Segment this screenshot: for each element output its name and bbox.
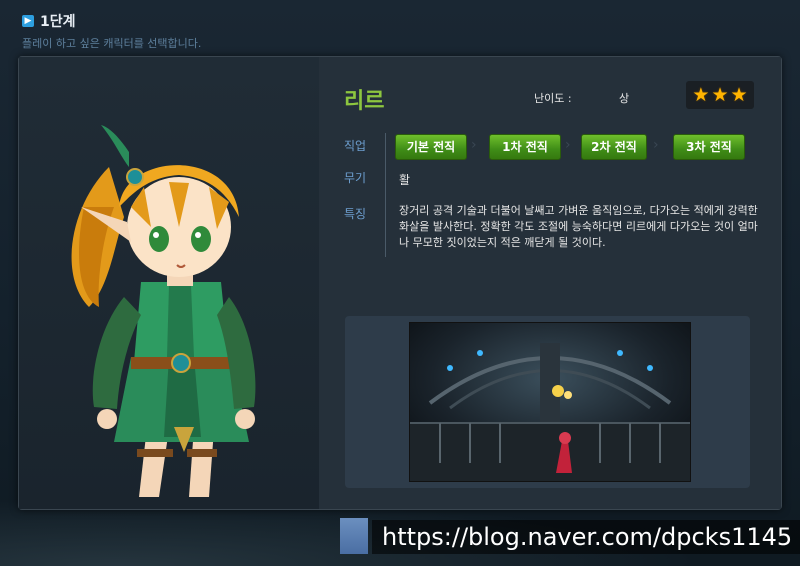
star-icon: ★ (692, 84, 710, 106)
chevron-right-icon: › (653, 137, 659, 153)
character-panel: 리르 난이도 : 상 ★ ★ ★ 직업 무기 특징 기본 전직 › 1차 전직 … (18, 56, 782, 510)
watermark-box (340, 518, 368, 554)
star-icon: ★ (730, 84, 748, 106)
divider-line (385, 133, 386, 257)
job-button-3rd[interactable]: 3차 전직 (673, 134, 745, 160)
character-name: 리르 (344, 89, 385, 114)
job-label: 직업 (344, 139, 367, 153)
difficulty-stars: ★ ★ ★ (686, 81, 754, 109)
watermark-text: https://blog.naver.com/dpcks1145 (372, 520, 800, 554)
character-select-screen: { "header": { "step_icon": "right-arrow-… (0, 0, 800, 566)
difficulty-label: 난이도 : (534, 92, 572, 105)
skill-preview-image (409, 322, 691, 482)
weapon-label: 무기 (344, 171, 367, 185)
step-description: 플레이 하고 싶은 캐릭터를 선택합니다. (22, 37, 202, 50)
character-info: 리르 난이도 : 상 ★ ★ ★ 직업 무기 특징 기본 전직 › 1차 전직 … (319, 57, 781, 509)
difficulty-value: 상 (619, 92, 630, 105)
feature-description: 장거리 공격 기술과 더불어 날쌔고 가벼운 움직임으로, 다가오는 적에게 강… (399, 204, 758, 249)
step-title: 1단계 (40, 14, 76, 30)
job-button-2nd[interactable]: 2차 전직 (581, 134, 647, 160)
weapon-value: 활 (399, 173, 411, 187)
chevron-right-icon: › (471, 137, 477, 153)
character-illustration (71, 125, 256, 497)
skill-preview-box (345, 316, 750, 488)
character-portrait (19, 57, 320, 509)
star-icon: ★ (711, 84, 729, 106)
chevron-right-icon: › (565, 137, 571, 153)
job-button-base[interactable]: 기본 전직 (395, 134, 467, 160)
dungeon-scene (410, 323, 690, 481)
feature-label: 특징 (344, 207, 367, 221)
job-button-1st[interactable]: 1차 전직 (489, 134, 561, 160)
right-arrow-icon: ▶ (22, 15, 34, 27)
